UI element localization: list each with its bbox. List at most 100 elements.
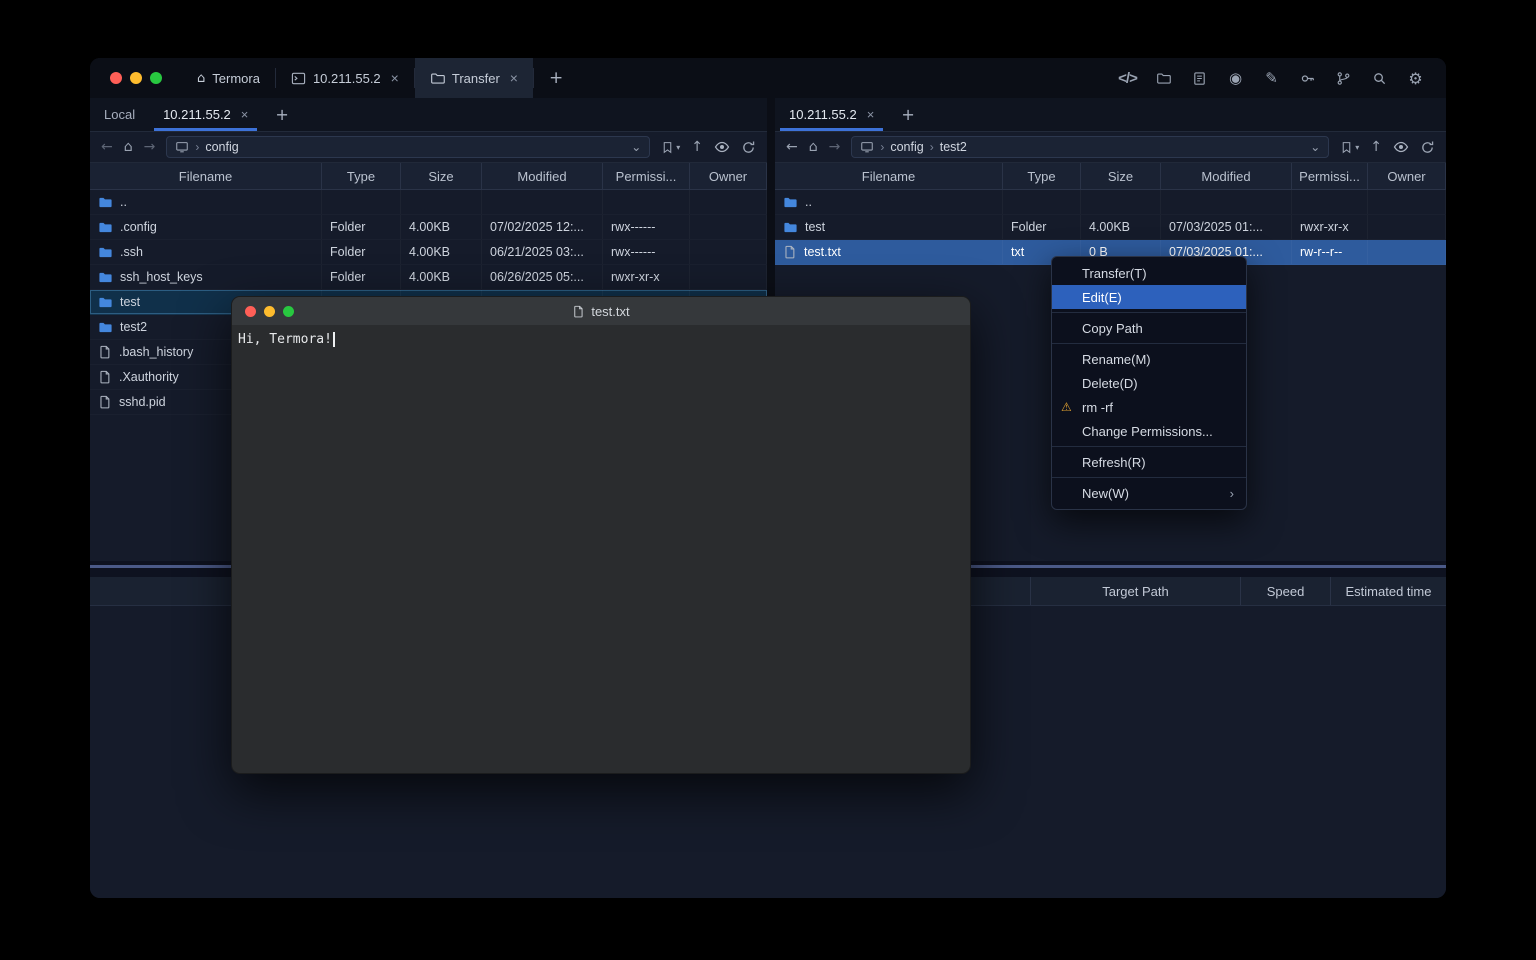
column-header[interactable]: Modified: [482, 163, 603, 189]
file-row[interactable]: ssh_host_keys Folder 4.00KB 06/26/2025 0…: [90, 265, 767, 290]
column-header[interactable]: Filename: [90, 163, 322, 189]
menu-item-transfer[interactable]: Transfer(T): [1052, 261, 1246, 285]
bookmark-dropdown[interactable]: ▾: [661, 141, 680, 154]
show-hidden-eye-icon[interactable]: [1393, 139, 1409, 155]
home-icon[interactable]: ⌂: [124, 140, 133, 154]
editor-title-text: test.txt: [591, 304, 629, 319]
column-header[interactable]: Filename: [775, 163, 1003, 189]
folders-icon[interactable]: [1155, 70, 1172, 87]
column-header[interactable]: Owner: [1368, 163, 1446, 189]
column-header[interactable]: Permissi...: [1292, 163, 1368, 189]
editor-titlebar[interactable]: test.txt: [232, 297, 970, 325]
tab-local[interactable]: Local: [90, 98, 149, 131]
menu-item-copy-path[interactable]: Copy Path: [1052, 316, 1246, 340]
warning-icon: ⚠: [1061, 400, 1072, 414]
tab-termora[interactable]: ⌂ Termora: [182, 58, 275, 98]
bookmark-icon: [661, 141, 674, 154]
settings-gear-icon[interactable]: ⚙: [1407, 70, 1424, 87]
tab-remote-host[interactable]: 10.211.55.2 ×: [149, 98, 262, 131]
close-tab-icon[interactable]: ×: [867, 107, 875, 122]
close-tab-icon[interactable]: ×: [510, 70, 518, 86]
column-header[interactable]: Speed: [1240, 577, 1330, 605]
path-bar[interactable]: › config › test2 ⌄: [851, 136, 1329, 158]
menu-item-new[interactable]: New(W) ›: [1052, 481, 1246, 505]
column-header[interactable]: Estimated time: [1330, 577, 1446, 605]
close-tab-icon[interactable]: ×: [241, 107, 249, 122]
chevron-down-icon[interactable]: ⌄: [1310, 140, 1320, 154]
file-row[interactable]: ..: [775, 190, 1446, 215]
new-panel-tab-button[interactable]: +: [888, 98, 927, 131]
breadcrumb-segment[interactable]: test2: [940, 140, 967, 154]
menu-separator: [1052, 312, 1246, 313]
record-icon[interactable]: ◉: [1227, 70, 1244, 87]
menu-item-rm-rf[interactable]: ⚠ rm -rf: [1052, 395, 1246, 419]
column-header[interactable]: Owner: [690, 163, 767, 189]
up-directory-icon[interactable]: ↑: [691, 140, 703, 154]
minimize-window-button[interactable]: [264, 306, 275, 317]
text-cursor: [333, 332, 335, 347]
folder-icon: [783, 195, 798, 210]
search-icon[interactable]: [1371, 70, 1388, 87]
menu-item-refresh[interactable]: Refresh(R): [1052, 450, 1246, 474]
refresh-icon[interactable]: [1420, 140, 1435, 155]
forward-icon[interactable]: →: [144, 140, 156, 154]
main-tab-bar: ⌂ Termora 10.211.55.2 × Transfer × +: [182, 58, 578, 98]
menu-item-delete[interactable]: Delete(D): [1052, 371, 1246, 395]
tab-terminal-host[interactable]: 10.211.55.2 ×: [276, 58, 414, 98]
minimize-window-button[interactable]: [130, 72, 142, 84]
left-table-header: Filename Type Size Modified Permissi... …: [90, 162, 767, 190]
show-hidden-eye-icon[interactable]: [714, 139, 730, 155]
home-icon[interactable]: ⌂: [809, 140, 818, 154]
file-row[interactable]: .ssh Folder 4.00KB 06/21/2025 03:... rwx…: [90, 240, 767, 265]
new-tab-button[interactable]: +: [534, 58, 578, 98]
column-header[interactable]: Size: [401, 163, 482, 189]
menu-item-change-permissions[interactable]: Change Permissions...: [1052, 419, 1246, 443]
zoom-window-button[interactable]: [283, 306, 294, 317]
pencil-icon[interactable]: ✎: [1263, 70, 1280, 87]
up-directory-icon[interactable]: ↑: [1370, 140, 1382, 154]
tab-remote-host[interactable]: 10.211.55.2 ×: [775, 98, 888, 131]
column-header[interactable]: Type: [1003, 163, 1081, 189]
log-icon[interactable]: [1191, 70, 1208, 87]
back-icon[interactable]: ←: [101, 140, 113, 154]
key-icon[interactable]: [1299, 70, 1316, 87]
breadcrumb-separator: ›: [930, 140, 934, 154]
window-titlebar: ⌂ Termora 10.211.55.2 × Transfer × + </>…: [90, 58, 1446, 98]
tab-transfer[interactable]: Transfer ×: [415, 58, 533, 98]
folder-icon: [430, 71, 445, 86]
bookmark-dropdown[interactable]: ▾: [1340, 141, 1359, 154]
code-icon[interactable]: </>: [1119, 70, 1136, 87]
editor-content[interactable]: Hi, Termora!: [232, 325, 970, 773]
column-header[interactable]: Type: [322, 163, 401, 189]
right-toolbar: ← ⌂ → › config › test2 ⌄ ▾ ↑: [775, 132, 1446, 162]
breadcrumb-segment[interactable]: config: [205, 140, 238, 154]
menu-item-edit[interactable]: Edit(E): [1052, 285, 1246, 309]
file-row[interactable]: test Folder 4.00KB 07/03/2025 01:... rwx…: [775, 215, 1446, 240]
close-window-button[interactable]: [245, 306, 256, 317]
folder-icon: [98, 245, 113, 260]
chevron-down-icon[interactable]: ⌄: [631, 140, 641, 154]
column-header[interactable]: Size: [1081, 163, 1161, 189]
close-window-button[interactable]: [110, 72, 122, 84]
menu-item-rename[interactable]: Rename(M): [1052, 347, 1246, 371]
back-icon[interactable]: ←: [786, 140, 798, 154]
folder-icon: [98, 320, 113, 335]
left-toolbar: ← ⌂ → › config ⌄ ▾ ↑: [90, 132, 767, 162]
branch-icon[interactable]: [1335, 70, 1352, 87]
close-tab-icon[interactable]: ×: [391, 70, 399, 86]
file-icon: [98, 370, 112, 384]
file-row[interactable]: .config Folder 4.00KB 07/02/2025 12:... …: [90, 215, 767, 240]
forward-icon[interactable]: →: [829, 140, 841, 154]
file-row[interactable]: ..: [90, 190, 767, 215]
column-header[interactable]: Modified: [1161, 163, 1292, 189]
tab-label: 10.211.55.2: [789, 107, 857, 122]
breadcrumb-segment[interactable]: config: [890, 140, 923, 154]
column-header[interactable]: Target Path: [1030, 577, 1240, 605]
path-bar[interactable]: › config ⌄: [166, 136, 650, 158]
column-header[interactable]: Permissi...: [603, 163, 690, 189]
menu-item-label: New(W): [1082, 486, 1129, 501]
new-panel-tab-button[interactable]: +: [262, 98, 301, 131]
refresh-icon[interactable]: [741, 140, 756, 155]
folder-icon: [783, 220, 798, 235]
zoom-window-button[interactable]: [150, 72, 162, 84]
